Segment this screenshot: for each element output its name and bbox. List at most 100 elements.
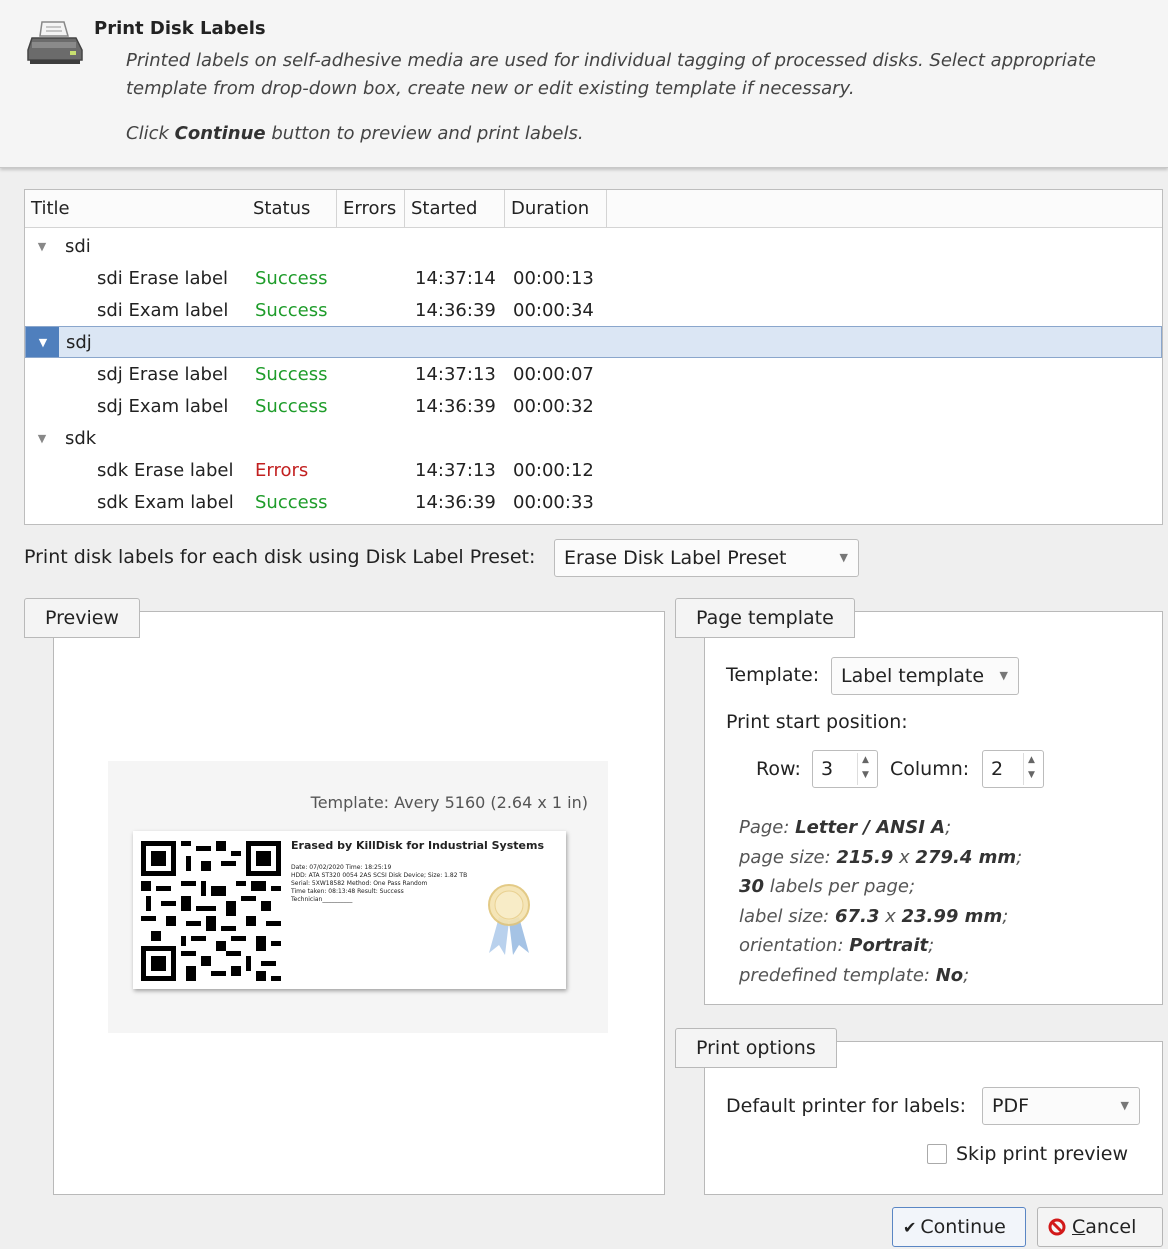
cell-title: sdj Erase label bbox=[97, 364, 229, 385]
cancel-button[interactable]: Cancel bbox=[1037, 1207, 1163, 1247]
label-heading: Erased by KillDisk for Industrial System… bbox=[291, 839, 544, 852]
column-header-started[interactable]: Started bbox=[405, 190, 505, 228]
cell-status: Success bbox=[255, 492, 328, 513]
info-label-height: 23.99 mm bbox=[901, 905, 1003, 927]
info-page-size-label: page size: bbox=[739, 846, 837, 868]
printer-dropdown[interactable]: PDF ▼ bbox=[982, 1087, 1140, 1125]
cell-started: 14:37:14 bbox=[415, 268, 496, 289]
info-label-size-label: label size: bbox=[739, 905, 835, 927]
table-row[interactable]: sdj Exam label Success 14:36:39 00:00:32 bbox=[25, 391, 1162, 423]
cell-duration: 00:00:32 bbox=[513, 396, 594, 417]
hint-suffix: button to preview and print labels. bbox=[265, 123, 584, 144]
info-orientation: orientation: Portrait; bbox=[739, 935, 935, 956]
cell-status: Success bbox=[255, 396, 328, 417]
dialog-header: Print Disk Labels Printed labels on self… bbox=[0, 0, 1168, 168]
table-row[interactable]: sdk Erase label Errors 14:37:13 00:00:12 bbox=[25, 455, 1162, 487]
cell-status: Errors bbox=[255, 460, 309, 481]
chevron-up-icon[interactable]: ▲ bbox=[862, 755, 869, 765]
continue-button[interactable]: ✔ Continue bbox=[892, 1207, 1026, 1247]
table-row[interactable]: sdk Exam label Success 14:36:39 00:00:33 bbox=[25, 487, 1162, 519]
label-line: Technician__________ bbox=[291, 896, 353, 903]
info-labels-per-page: 30 labels per page; bbox=[739, 872, 1022, 902]
cell-title: sdk Exam label bbox=[97, 492, 234, 513]
info-labels-suffix: labels per page; bbox=[764, 876, 916, 897]
column-spinbox[interactable]: 2 ▲ ▼ bbox=[982, 750, 1044, 788]
column-spin-buttons[interactable]: ▲ ▼ bbox=[1023, 753, 1041, 785]
tree-group-row[interactable]: ▼ sdi bbox=[25, 231, 1162, 263]
row-label: Row: bbox=[756, 758, 801, 780]
info-labels-count: 30 bbox=[739, 876, 765, 897]
column-header-errors[interactable]: Errors bbox=[337, 190, 405, 228]
label-line: Serial: 5XW18582 Method: One Pass Random bbox=[291, 880, 428, 887]
table-row[interactable]: sdi Exam label Success 14:36:39 00:00:34 bbox=[25, 295, 1162, 327]
cell-title: sdi Exam label bbox=[97, 300, 229, 321]
row-spin-buttons[interactable]: ▲ ▼ bbox=[857, 753, 875, 785]
preset-dropdown[interactable]: Erase Disk Label Preset ▼ bbox=[554, 539, 859, 577]
group-title: sdk bbox=[65, 428, 97, 449]
info-times: x bbox=[879, 905, 902, 927]
cell-duration: 00:00:34 bbox=[513, 300, 594, 321]
labels-tree-table[interactable]: Title Status Errors Started Duration ▼ sd… bbox=[24, 189, 1163, 525]
cancel-label-rest: ancel bbox=[1085, 1216, 1137, 1238]
cancel-icon bbox=[1048, 1218, 1066, 1236]
chevron-down-icon: ▼ bbox=[839, 551, 848, 564]
cell-started: 14:36:39 bbox=[415, 396, 496, 417]
label-line: Date: 07/02/2020 Time: 18:25:19 bbox=[291, 864, 392, 871]
cancel-mnemonic: C bbox=[1072, 1216, 1086, 1238]
row-value: 3 bbox=[821, 758, 834, 780]
page-template-group-title: Page template bbox=[675, 598, 855, 638]
expand-arrow-icon[interactable]: ▼ bbox=[35, 231, 49, 263]
cell-status: Success bbox=[255, 364, 328, 385]
label-line: HDD: ATA ST320 0054 2AS SCSI Disk Device… bbox=[291, 872, 468, 879]
chevron-down-icon[interactable]: ▼ bbox=[1028, 770, 1035, 780]
template-label: Template: bbox=[726, 664, 820, 686]
cell-duration: 00:00:12 bbox=[513, 460, 594, 481]
template-dropdown[interactable]: Label template ▼ bbox=[831, 657, 1019, 695]
column-header-duration[interactable]: Duration bbox=[505, 190, 607, 228]
chevron-up-icon[interactable]: ▲ bbox=[1028, 755, 1035, 765]
info-orientation-label: orientation: bbox=[739, 935, 850, 956]
info-predefined: predefined template: No; bbox=[739, 964, 970, 986]
table-row[interactable]: sdi Erase label Success 14:37:14 00:00:13 bbox=[25, 263, 1162, 295]
column-header-title[interactable]: Title bbox=[25, 190, 247, 228]
skip-preview-label[interactable]: Skip print preview bbox=[956, 1143, 1128, 1165]
chevron-down-icon: ▼ bbox=[999, 669, 1008, 682]
column-label: Column: bbox=[890, 758, 970, 780]
expand-arrow-icon[interactable]: ▼ bbox=[36, 327, 50, 359]
printer-icon bbox=[27, 21, 83, 64]
printer-label: Default printer for labels: bbox=[726, 1095, 967, 1117]
cell-status: Success bbox=[255, 268, 328, 289]
info-label-width: 67.3 bbox=[834, 905, 880, 927]
skip-preview-checkbox[interactable] bbox=[927, 1144, 947, 1164]
cell-title: sdk Erase label bbox=[97, 460, 234, 481]
tree-group-row[interactable]: ▼ sdj bbox=[25, 326, 1162, 358]
dialog-title: Print Disk Labels bbox=[94, 18, 266, 39]
expand-arrow-icon[interactable]: ▼ bbox=[35, 423, 49, 455]
preview-group-title: Preview bbox=[24, 598, 140, 638]
hint-continue-word: Continue bbox=[174, 123, 266, 144]
row-spinbox[interactable]: 3 ▲ ▼ bbox=[812, 750, 878, 788]
info-predefined-value: No bbox=[935, 964, 964, 986]
template-caption: Template: Avery 5160 (2.64 x 1 in) bbox=[310, 793, 588, 812]
info-page-size: page size: 215.9 x 279.4 mm; bbox=[739, 846, 1023, 868]
cell-started: 14:37:13 bbox=[415, 364, 496, 385]
info-page-width: 215.9 bbox=[836, 846, 894, 868]
dialog-hint: Click Continue button to preview and pri… bbox=[126, 123, 584, 144]
printer-dropdown-value: PDF bbox=[992, 1095, 1030, 1117]
table-row[interactable]: sdj Erase label Success 14:37:13 00:00:07 bbox=[25, 359, 1162, 391]
column-value: 2 bbox=[991, 758, 1004, 780]
info-page-height: 279.4 mm bbox=[915, 846, 1017, 868]
group-title: sdi bbox=[65, 236, 91, 257]
table-header: Title Status Errors Started Duration bbox=[25, 190, 1162, 228]
cell-started: 14:36:39 bbox=[415, 492, 496, 513]
chevron-down-icon: ▼ bbox=[1120, 1099, 1129, 1112]
cell-title: sdi Erase label bbox=[97, 268, 229, 289]
qr-code-icon bbox=[141, 841, 281, 981]
cancel-label: Cancel bbox=[1072, 1216, 1136, 1238]
print-options-group-title: Print options bbox=[675, 1028, 837, 1068]
group-title: sdj bbox=[66, 332, 92, 353]
chevron-down-icon[interactable]: ▼ bbox=[862, 770, 869, 780]
continue-label: Continue bbox=[920, 1216, 1006, 1238]
tree-group-row[interactable]: ▼ sdk bbox=[25, 423, 1162, 455]
column-header-status[interactable]: Status bbox=[247, 190, 337, 228]
